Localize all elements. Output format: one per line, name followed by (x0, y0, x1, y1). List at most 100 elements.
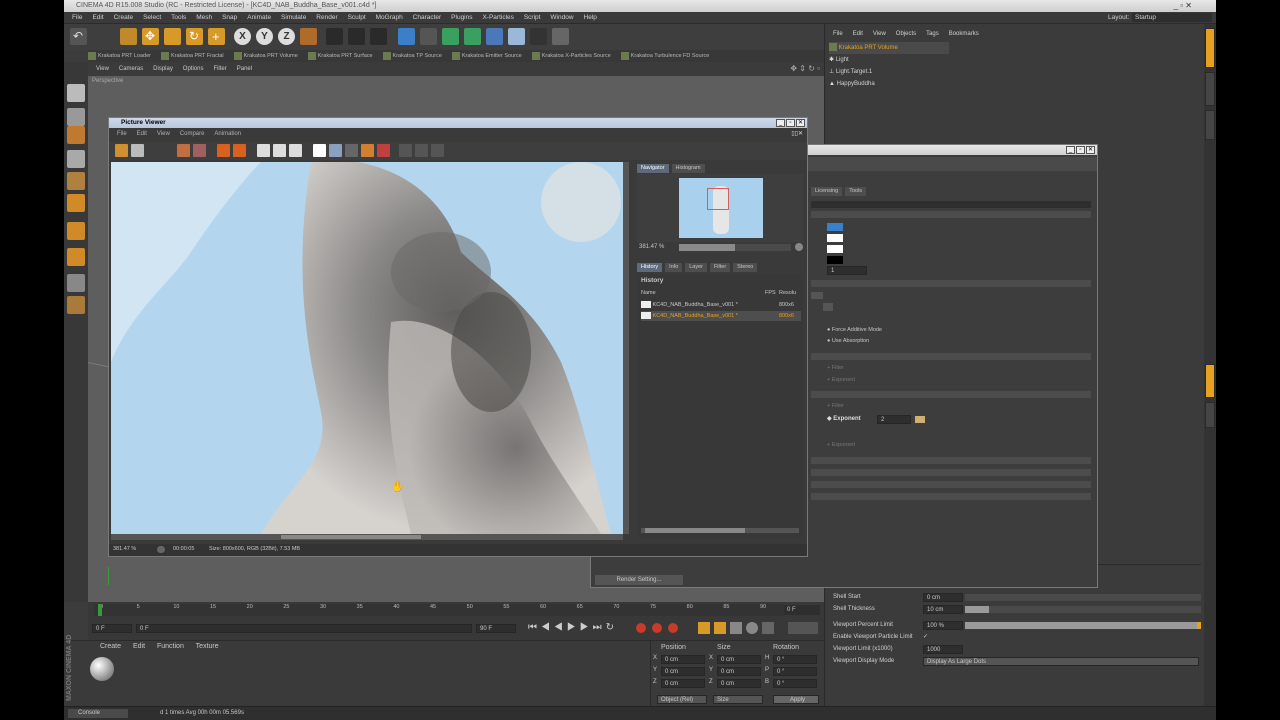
y-axis-lock[interactable]: Y (256, 28, 273, 45)
current-frame-field[interactable]: 0 F (784, 605, 820, 615)
key-rotation-icon[interactable] (730, 622, 742, 634)
open-icon[interactable] (115, 144, 128, 157)
history-row[interactable]: KC4D_NAB_Buddha_Base_v001 * 800x6 (641, 300, 801, 310)
coord-size-field[interactable]: 0 cm (717, 655, 761, 664)
fit-icon[interactable] (431, 144, 444, 157)
image-hscroll-thumb[interactable] (281, 535, 421, 539)
key-scale-icon[interactable] (714, 622, 726, 634)
pv-menu-edit[interactable]: Edit (137, 130, 147, 138)
navigator-thumbnail[interactable] (679, 178, 763, 238)
menu-render[interactable]: Render (316, 12, 337, 24)
pv-menu-file[interactable]: File (117, 130, 127, 138)
layout-select[interactable]: Startup (1132, 13, 1212, 22)
shell-thickness-slider[interactable] (965, 606, 1201, 613)
coord-rotation-field[interactable]: 0 ° (773, 679, 817, 688)
material-menu-edit[interactable]: Edit (133, 643, 145, 650)
pv-menu-view[interactable]: View (157, 130, 170, 138)
om-menu-bookmarks[interactable]: Bookmarks (949, 28, 979, 40)
menu-animate[interactable]: Animate (247, 12, 271, 24)
model-mode-icon[interactable] (67, 84, 85, 102)
array-icon[interactable] (464, 28, 481, 45)
render-settings-icon[interactable] (370, 28, 387, 45)
viewport-menu-panel[interactable]: Panel (237, 62, 252, 76)
viewport-menu-display[interactable]: Display (153, 62, 173, 76)
floor-icon[interactable] (508, 28, 525, 45)
navigator-viewbox[interactable] (707, 188, 729, 210)
autokey-icon[interactable] (652, 623, 662, 633)
undo-icon[interactable]: ↶ (70, 28, 87, 45)
compare-swap-icon[interactable] (289, 144, 302, 157)
apply-button[interactable]: Apply (773, 695, 819, 704)
menu-mograph[interactable]: MoGraph (376, 12, 403, 24)
coord-position-field[interactable]: 0 cm (661, 667, 705, 676)
image-hscroll[interactable] (111, 534, 623, 540)
om-menu-view[interactable]: View (873, 28, 886, 40)
om-menu-objects[interactable]: Objects (896, 28, 916, 40)
light-icon[interactable] (552, 28, 569, 45)
plugin-prt-loader[interactable]: Krakatoa PRT Loader (88, 50, 151, 62)
compare-b-icon[interactable] (273, 144, 286, 157)
viewport-menu-cameras[interactable]: Cameras (119, 62, 143, 76)
texture-mode-icon[interactable] (67, 108, 85, 126)
window-controls[interactable]: _ ▫ ✕ (1174, 0, 1192, 12)
om-object-light[interactable]: ✱ Light (829, 54, 849, 66)
material-menu-create[interactable]: Create (100, 643, 121, 650)
pv-panel-controls[interactable]: ▯▯✕ (791, 130, 803, 138)
menu-file[interactable]: File (72, 12, 82, 24)
coord-position-field[interactable]: 0 cm (661, 655, 705, 664)
menu-plugins[interactable]: Plugins (451, 12, 472, 24)
tab-attributes[interactable] (1205, 364, 1215, 398)
rendered-image[interactable]: ✋ (111, 162, 623, 534)
render-picture-viewer-icon[interactable] (348, 28, 365, 45)
move-icon[interactable]: ✥ (142, 28, 159, 45)
viewport-menu-view[interactable]: View (96, 62, 109, 76)
tab-navigator[interactable]: Navigator (637, 164, 669, 173)
om-object-happybuddha[interactable]: ▲ HappyBuddha (829, 78, 875, 90)
shell-thickness-field[interactable]: 10 cm (923, 605, 963, 614)
snap-icon[interactable] (67, 274, 85, 292)
viewport-menu-options[interactable]: Options (183, 62, 204, 76)
record-icon[interactable] (636, 623, 646, 633)
compare-a-icon[interactable] (257, 144, 270, 157)
menu-tools[interactable]: Tools (171, 12, 186, 24)
picture-viewer-window-controls[interactable]: _ ▫ ✕ (775, 119, 805, 127)
om-menu-edit[interactable]: Edit (853, 28, 863, 40)
plugin-emitter-source[interactable]: Krakatoa Emitter Source (451, 50, 522, 62)
zoom-reset-icon[interactable] (795, 243, 803, 251)
filter-icon[interactable] (361, 144, 374, 157)
coord-rotation-field[interactable]: 0 ° (773, 655, 817, 664)
om-object-prt-volume[interactable]: Krakatoa PRT Volume (829, 42, 949, 54)
menu-simulate[interactable]: Simulate (281, 12, 306, 24)
spline-icon[interactable] (420, 28, 437, 45)
stop-render-icon[interactable] (233, 144, 246, 157)
small-field[interactable] (823, 303, 833, 311)
tab-structure[interactable] (1205, 110, 1215, 140)
render-view-icon[interactable] (326, 28, 343, 45)
nurbs-icon[interactable] (442, 28, 459, 45)
menu-window[interactable]: Window (550, 12, 573, 24)
tab-filter[interactable]: Filter (709, 263, 731, 272)
material-menu-texture[interactable]: Texture (196, 643, 219, 650)
shell-start-field[interactable]: 0 cm (923, 593, 963, 602)
start-frame-field[interactable]: 0 F (92, 624, 132, 633)
pointer-icon[interactable] (120, 28, 137, 45)
spin-field[interactable]: 1 (827, 266, 867, 275)
render-settings-window-controls[interactable]: _ ▫ ✕ (1065, 146, 1095, 154)
zoom-slider[interactable] (679, 244, 791, 251)
coord-size-select[interactable]: Size (713, 695, 763, 704)
channel-single-icon[interactable] (345, 144, 358, 157)
stereo-icon[interactable] (377, 144, 390, 157)
rgb-icon[interactable] (193, 144, 206, 157)
menu-xparticles[interactable]: X-Particles (482, 12, 513, 24)
render-icon[interactable] (217, 144, 230, 157)
material-menu-function[interactable]: Function (157, 643, 184, 650)
menu-script[interactable]: Script (524, 12, 541, 24)
enable-viewport-checkbox[interactable]: ✓ (923, 632, 928, 643)
timeline-layout-icon[interactable] (788, 622, 818, 634)
menu-mesh[interactable]: Mesh (196, 12, 212, 24)
om-menu-file[interactable]: File (833, 28, 843, 40)
color-swatch-white-1[interactable] (827, 234, 843, 242)
plugin-turbulence-source[interactable]: Krakatoa Turbulence FD Source (620, 50, 709, 62)
viewport-menu-filter[interactable]: Filter (213, 62, 226, 76)
material-ball[interactable] (90, 657, 114, 681)
